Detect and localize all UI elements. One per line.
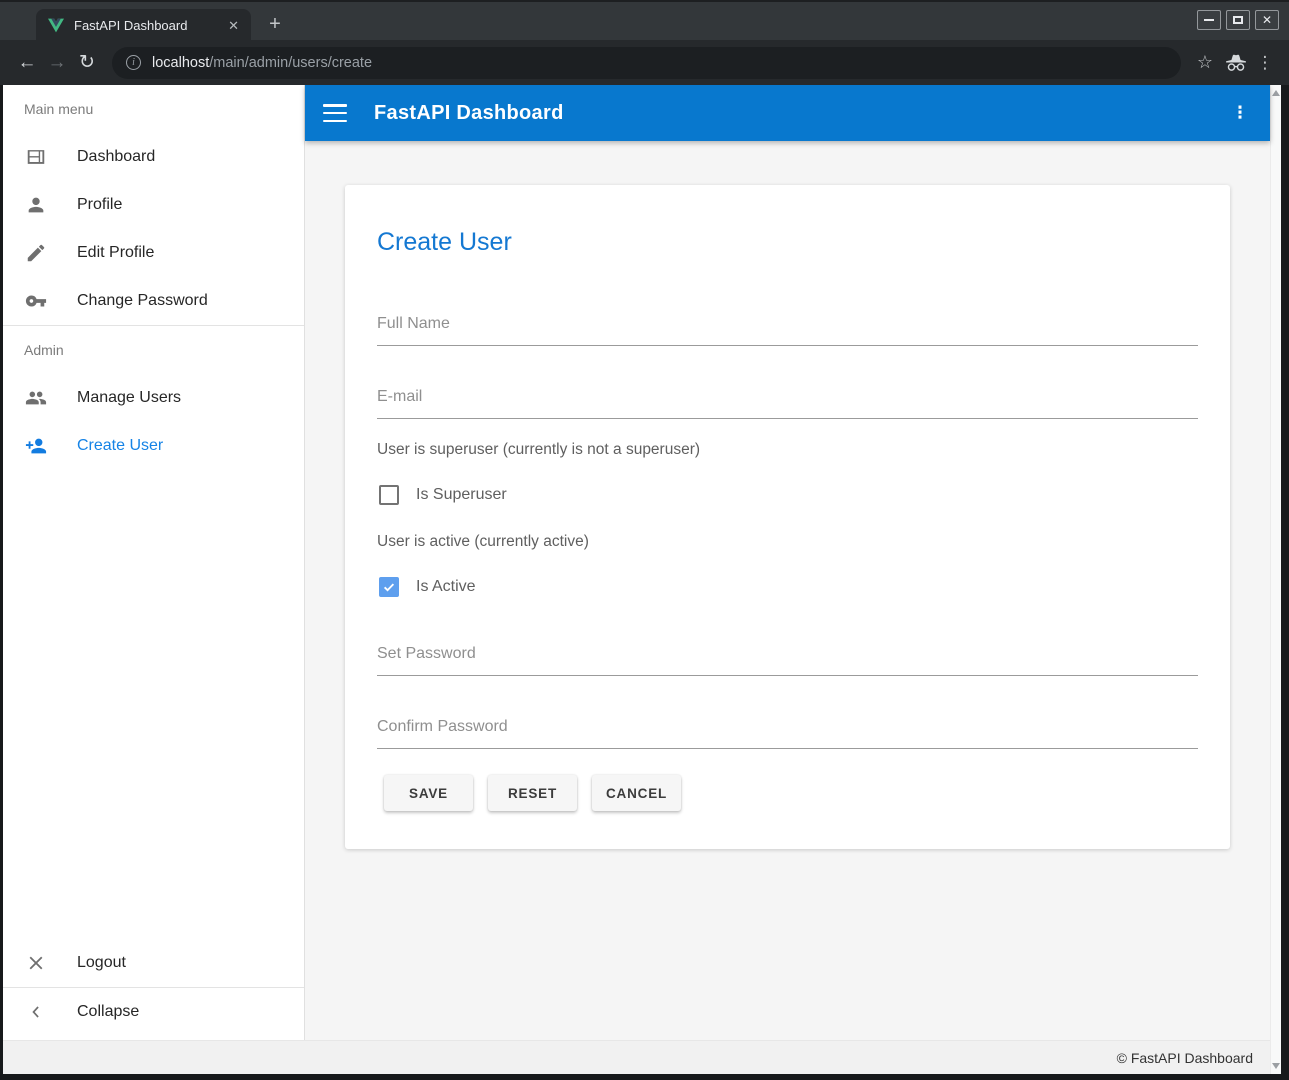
address-bar[interactable]: i localhost/main/admin/users/create xyxy=(112,47,1181,79)
vertical-scrollbar[interactable] xyxy=(1270,85,1281,1074)
forward-icon[interactable]: → xyxy=(42,48,72,78)
footer-copyright: © FastAPI Dashboard xyxy=(1117,1050,1253,1066)
pencil-icon xyxy=(24,241,48,265)
browser-toolbar: ← → ↻ i localhost/main/admin/users/creat… xyxy=(0,40,1289,85)
email-field[interactable]: E-mail xyxy=(377,388,1198,419)
app-bar: FastAPI Dashboard ⋮ xyxy=(305,85,1270,141)
app-bar-title: FastAPI Dashboard xyxy=(374,102,564,125)
page-body: Main menu Dashboard Profi xyxy=(3,85,1281,1040)
sidebar-item-label: Profile xyxy=(77,196,122,214)
app-bar-kebab-icon[interactable]: ⋮ xyxy=(1228,103,1252,123)
sidebar-item-profile[interactable]: Profile xyxy=(3,181,304,229)
toolbar-right: ☆ ⋮ xyxy=(1191,52,1277,73)
chevron-left-icon xyxy=(24,1000,48,1024)
minimize-icon xyxy=(1204,19,1214,21)
save-button[interactable]: SAVE xyxy=(384,775,473,811)
sidebar-item-label: Manage Users xyxy=(77,389,181,407)
vue-favicon-icon xyxy=(48,18,64,33)
sidebar-item-dashboard[interactable]: Dashboard xyxy=(3,133,304,181)
new-tab-button[interactable]: + xyxy=(262,12,288,38)
sidebar-bottom: Logout Collapse xyxy=(3,939,304,1040)
page-viewport: Main menu Dashboard Profi xyxy=(3,85,1281,1074)
sidebar-item-logout[interactable]: Logout xyxy=(3,939,304,987)
browser-window: FastAPI Dashboard ✕ + ✕ ← → ↻ i localhos… xyxy=(0,0,1289,1080)
sidebar-item-label: Create User xyxy=(77,437,163,455)
window-controls: ✕ xyxy=(1197,10,1279,30)
reset-button[interactable]: RESET xyxy=(488,775,577,811)
incognito-icon xyxy=(1225,54,1247,72)
confirm-password-field[interactable]: Confirm Password xyxy=(377,718,1198,749)
scrollbar-up-arrow-icon[interactable] xyxy=(1272,90,1280,96)
is-active-label: Is Active xyxy=(416,578,476,596)
url-host: localhost xyxy=(152,55,209,71)
sidebar-spacer xyxy=(3,470,304,939)
active-hint: User is active (currently active) xyxy=(377,533,1198,551)
sidebar-item-label: Collapse xyxy=(77,1003,139,1021)
sidebar-item-create-user[interactable]: Create User xyxy=(3,422,304,470)
is-superuser-label: Is Superuser xyxy=(416,486,507,504)
maximize-icon xyxy=(1233,16,1243,24)
hamburger-menu-icon[interactable] xyxy=(323,104,347,122)
logout-x-icon xyxy=(24,951,48,975)
url-path: /main/admin/users/create xyxy=(209,55,372,71)
sidebar-item-edit-profile[interactable]: Edit Profile xyxy=(3,229,304,277)
browser-tab[interactable]: FastAPI Dashboard ✕ xyxy=(36,9,251,42)
minimize-button[interactable] xyxy=(1197,10,1221,30)
browser-menu-kebab-icon[interactable]: ⋮ xyxy=(1253,53,1277,73)
full-name-label: Full Name xyxy=(377,315,450,332)
superuser-checkbox-row: Is Superuser xyxy=(379,485,1198,505)
create-user-card: Create User Full Name E-mail User is sup… xyxy=(345,185,1230,849)
sidebar-item-label: Change Password xyxy=(77,292,208,310)
person-add-icon xyxy=(24,434,48,458)
people-icon xyxy=(24,386,48,410)
maximize-button[interactable] xyxy=(1226,10,1250,30)
tab-title: FastAPI Dashboard xyxy=(74,18,226,33)
reload-icon[interactable]: ↻ xyxy=(72,48,102,78)
full-name-field[interactable]: Full Name xyxy=(377,315,1198,346)
dashboard-icon xyxy=(24,145,48,169)
bookmark-star-icon[interactable]: ☆ xyxy=(1191,52,1219,73)
browser-titlebar: FastAPI Dashboard ✕ + ✕ xyxy=(0,0,1289,40)
confirm-password-label: Confirm Password xyxy=(377,718,508,735)
close-button[interactable]: ✕ xyxy=(1255,10,1279,30)
scrollbar-down-arrow-icon[interactable] xyxy=(1272,1063,1280,1069)
cancel-button[interactable]: CANCEL xyxy=(592,775,681,811)
is-active-checkbox[interactable] xyxy=(379,577,399,597)
superuser-hint: User is superuser (currently is not a su… xyxy=(377,441,1198,459)
sidebar-item-change-password[interactable]: Change Password xyxy=(3,277,304,325)
page-title: Create User xyxy=(377,228,1198,257)
active-checkbox-row: Is Active xyxy=(379,577,1198,597)
back-icon[interactable]: ← xyxy=(12,48,42,78)
main-area: FastAPI Dashboard ⋮ Create User Full Nam… xyxy=(305,85,1270,1040)
sidebar-item-manage-users[interactable]: Manage Users xyxy=(3,374,304,422)
person-icon xyxy=(24,193,48,217)
sidebar-item-label: Edit Profile xyxy=(77,244,154,262)
content-area: Create User Full Name E-mail User is sup… xyxy=(305,141,1270,1040)
close-icon: ✕ xyxy=(1262,14,1272,26)
page-info-icon[interactable]: i xyxy=(126,55,141,70)
sidebar-item-label: Logout xyxy=(77,954,126,972)
sidebar-item-label: Dashboard xyxy=(77,148,155,166)
email-label: E-mail xyxy=(377,388,422,405)
sidebar: Main menu Dashboard Profi xyxy=(3,85,305,1040)
is-superuser-checkbox[interactable] xyxy=(379,485,399,505)
set-password-field[interactable]: Set Password xyxy=(377,645,1198,676)
set-password-label: Set Password xyxy=(377,645,476,662)
sidebar-header-admin: Admin xyxy=(3,326,304,374)
sidebar-item-collapse[interactable]: Collapse xyxy=(3,988,304,1036)
sidebar-header-main-menu: Main menu xyxy=(3,85,304,133)
tab-close-icon[interactable]: ✕ xyxy=(226,18,241,34)
key-icon xyxy=(24,289,48,313)
page-footer: © FastAPI Dashboard xyxy=(3,1040,1281,1074)
url-text: localhost/main/admin/users/create xyxy=(152,55,372,71)
form-buttons: SAVE RESET CANCEL xyxy=(384,775,1198,811)
